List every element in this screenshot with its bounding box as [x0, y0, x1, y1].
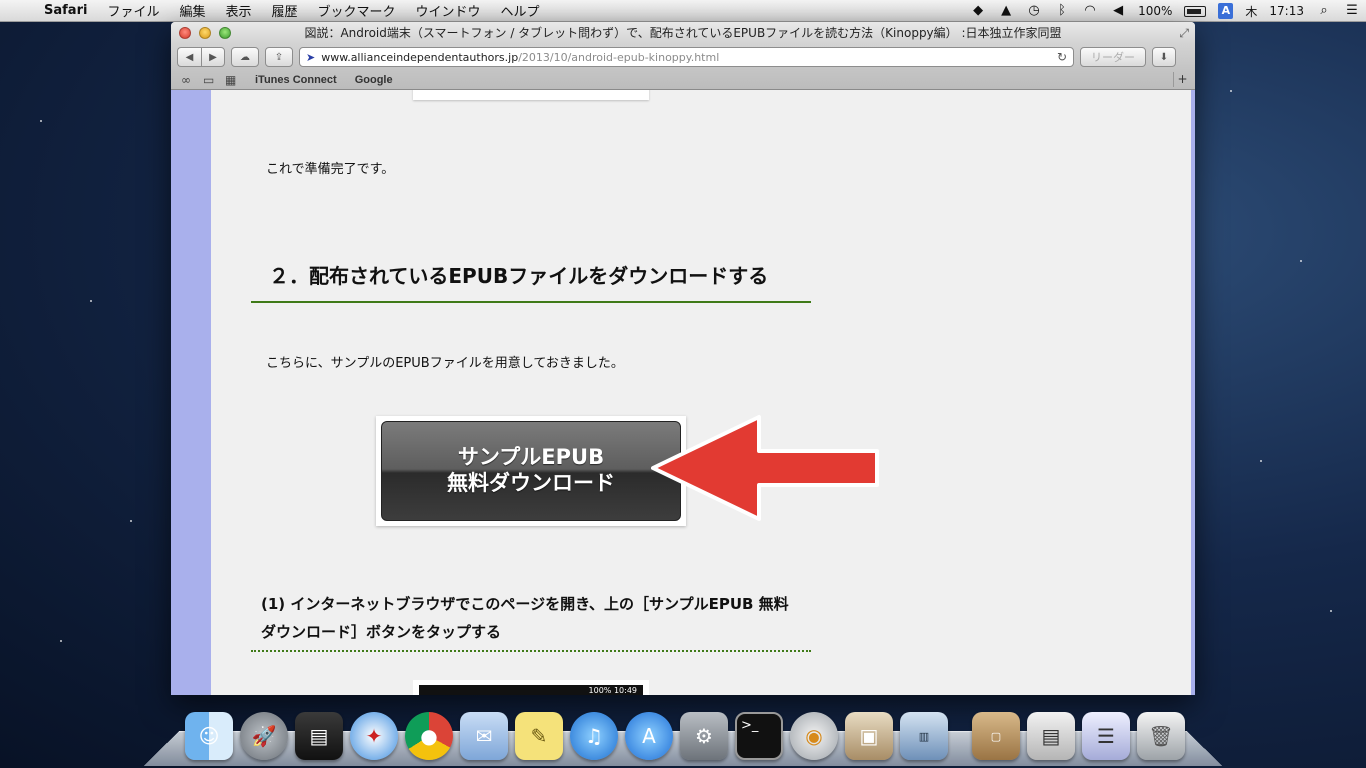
bluetooth-icon[interactable]: ᛒ [1054, 3, 1070, 19]
menu-help[interactable]: ヘルプ [491, 1, 550, 20]
section-heading: ２．配布されているEPUBファイルをダウンロードする [269, 264, 769, 288]
air-folder-icon[interactable]: ▢ [972, 712, 1020, 760]
finder-icon[interactable]: ☺ [185, 712, 233, 760]
bookmark-itunes-connect[interactable]: iTunes Connect [255, 74, 337, 86]
star [130, 520, 132, 522]
step-heading: (1) インターネットブラウザでこのページを開き、上の［サンプルEPUB 無料ダ… [261, 595, 789, 641]
back-button[interactable]: ◀ [177, 47, 201, 67]
web-content: これで準備完了です。 ２．配布されているEPUBファイルをダウンロードする こち… [171, 90, 1195, 695]
wifi-icon[interactable]: ◠ [1082, 3, 1098, 19]
preview-icon[interactable]: ▣ [845, 712, 893, 760]
title-bar: 図説：Android端末（スマートフォン / タブレット問わず）で、配布されてい… [171, 22, 1195, 44]
bookmark-google[interactable]: Google [355, 74, 393, 86]
downloads-stack-icon[interactable]: ▤ [1027, 712, 1075, 760]
window-title: 図説：Android端末（スマートフォン / タブレット問わず）で、配布されてい… [304, 26, 1062, 40]
reload-icon[interactable]: ↻ [1057, 50, 1067, 64]
star [1230, 90, 1232, 92]
downloads-button[interactable]: ⬇ [1152, 47, 1176, 67]
download-label-line2: 無料ダウンロード [447, 471, 615, 495]
download-label-line1: サンプルEPUB [457, 445, 605, 469]
app-menu[interactable]: Safari [40, 3, 97, 18]
input-source-icon[interactable]: A [1218, 3, 1234, 19]
reading-list-icon[interactable]: ∞ [181, 73, 203, 87]
menu-window[interactable]: ウインドウ [406, 1, 491, 20]
time-machine-icon[interactable]: ◷ [1026, 3, 1042, 19]
system-preferences-icon[interactable]: ⚙ [680, 712, 728, 760]
documents-stack-icon[interactable]: ☰ [1082, 712, 1130, 760]
dock: ☺ 🚀 ▤ ✦ ● ✉ ✎ ♫ A ⚙ >_ ◉ ▣ ▥ ▢ ▤ ☰ 🗑 [185, 704, 1185, 760]
forward-button[interactable]: ▶ [201, 47, 225, 67]
address-bar[interactable]: ➤ www.allianceindependentauthors.jp/2013… [299, 47, 1074, 67]
star [90, 300, 92, 302]
reader-button[interactable]: リーダー [1080, 47, 1146, 67]
books-icon[interactable]: ▥ [900, 712, 948, 760]
menu-file[interactable]: ファイル [97, 1, 169, 20]
download-sample-epub-button[interactable]: サンプルEPUB 無料ダウンロード [381, 421, 681, 521]
volume-icon[interactable]: ◀ [1110, 3, 1126, 19]
star [60, 640, 62, 642]
nav-buttons: ◀ ▶ [177, 47, 225, 67]
zoom-window-button[interactable] [219, 27, 231, 39]
intro-text: こちらに、サンプルのEPUBファイルを用意しておきました。 [266, 356, 624, 371]
itunes-icon[interactable]: ♫ [570, 712, 618, 760]
star [1330, 610, 1332, 612]
site-favicon-icon: ➤ [306, 50, 316, 64]
mail-icon[interactable]: ✉ [460, 712, 508, 760]
close-window-button[interactable] [179, 27, 191, 39]
notification-center-icon[interactable]: ☰ [1344, 3, 1360, 19]
spotlight-icon[interactable]: ⌕ [1316, 3, 1332, 19]
safari-icon[interactable]: ✦ [350, 712, 398, 760]
left-sidebar-stripe [171, 90, 211, 695]
chrome-icon[interactable]: ● [405, 712, 453, 760]
menu-edit[interactable]: 編集 [169, 1, 215, 20]
minimize-window-button[interactable] [199, 27, 211, 39]
url-path: /2013/10/android-epub-kinoppy.html [518, 50, 720, 64]
heading-rule [251, 301, 811, 303]
red-arrow-icon [651, 415, 879, 521]
photo-booth-icon[interactable]: ▤ [295, 712, 343, 760]
step-heading-rule [251, 650, 811, 652]
menu-history[interactable]: 履歴 [261, 1, 307, 20]
safari-window: 図説：Android端末（スマートフォン / タブレット問わず）で、配布されてい… [171, 22, 1195, 695]
top-sites-icon[interactable]: ▦ [225, 73, 247, 87]
app-store-icon[interactable]: A [625, 712, 673, 760]
share-button[interactable]: ⇪ [265, 47, 293, 67]
google-drive-icon[interactable]: ▲ [998, 3, 1014, 19]
launchpad-icon[interactable]: 🚀 [240, 712, 288, 760]
dropbox-icon[interactable]: ◆ [970, 3, 986, 19]
bookmarks-bar: ∞ ▭ ▦ iTunes Connect Google + [171, 70, 1195, 90]
previous-screenshot-image [413, 90, 649, 100]
stickies-icon[interactable]: ✎ [515, 712, 563, 760]
battery-icon[interactable] [1184, 5, 1207, 17]
menu-bookmarks[interactable]: ブックマーク [308, 1, 406, 20]
url-host: www.allianceindependentauthors.jp [321, 50, 519, 64]
phone-status-bar: 100% 10:49 [419, 685, 643, 695]
terminal-icon[interactable]: >_ [735, 712, 783, 760]
ready-text: これで準備完了です。 [266, 162, 395, 177]
battery-percent: 100% [1138, 4, 1173, 18]
menu-bar: Safari ファイル 編集 表示 履歴 ブックマーク ウインドウ ヘルプ ◆ … [0, 0, 1366, 22]
toolbar: ◀ ▶ ☁ ⇪ ➤ www.allianceindependentauthors… [171, 44, 1195, 70]
bookmarks-book-icon[interactable]: ▭ [203, 73, 225, 87]
new-tab-icon[interactable]: + [1173, 72, 1191, 87]
star [40, 120, 42, 122]
right-border [1191, 90, 1195, 695]
trash-icon[interactable]: 🗑 [1137, 712, 1185, 760]
star [1300, 260, 1302, 262]
star [1260, 460, 1262, 462]
icloud-tabs-button[interactable]: ☁ [231, 47, 259, 67]
fullscreen-icon[interactable]: ⤢ [1179, 25, 1189, 41]
clock-day[interactable]: 木 [1245, 3, 1257, 20]
clock-time[interactable]: 17:13 [1269, 4, 1304, 18]
dvd-player-icon[interactable]: ◉ [790, 712, 838, 760]
menu-view[interactable]: 表示 [215, 1, 261, 20]
